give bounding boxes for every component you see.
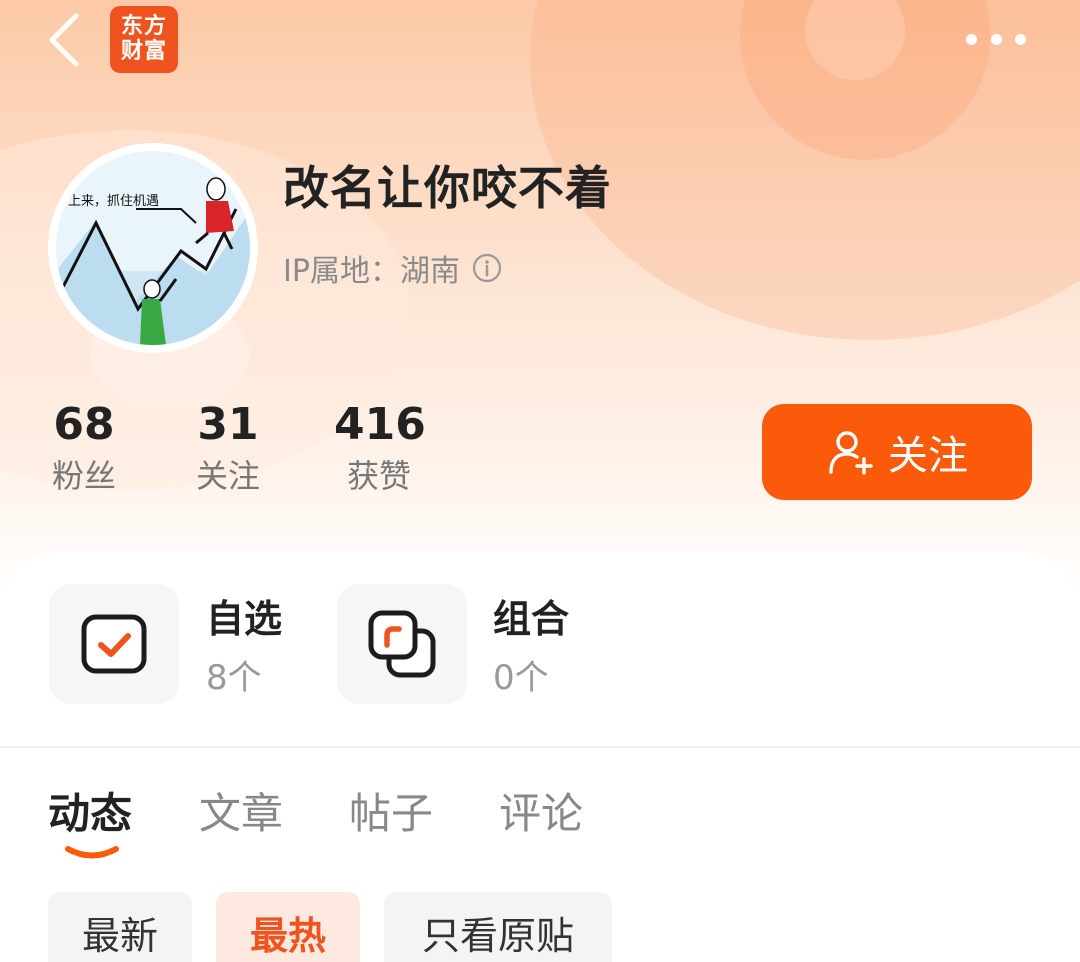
stat-label: 关注	[195, 457, 260, 495]
filter-latest[interactable]: 最新	[48, 892, 192, 962]
stat-label: 粉丝	[51, 457, 116, 495]
tab-posts[interactable]: 帖子	[349, 780, 433, 841]
info-icon[interactable]	[472, 253, 502, 283]
more-dots-icon	[990, 33, 1002, 45]
stat-value: 416	[334, 399, 426, 450]
stat-label: 获赞	[346, 457, 411, 495]
watchlist-button[interactable]	[49, 584, 179, 704]
stat-value: 68	[53, 399, 115, 450]
more-dots-icon	[1015, 33, 1026, 45]
profile-name: 改名让你咬不着	[283, 161, 612, 215]
section-divider	[0, 746, 1080, 748]
stat-fans[interactable]: 68 粉丝	[48, 398, 120, 498]
portfolio-icon	[368, 610, 436, 678]
avatar-caption: 上来，抓住机遇	[68, 194, 159, 209]
add-user-icon	[829, 431, 873, 475]
ip-location: IP属地：湖南	[283, 246, 502, 290]
active-tab-indicator	[65, 846, 119, 859]
stat-following[interactable]: 31 关注	[190, 398, 266, 498]
stat-value: 31	[197, 399, 259, 450]
follow-button[interactable]: 关注	[762, 404, 1032, 500]
portfolio-title[interactable]: 组合	[493, 588, 569, 643]
portfolio-button[interactable]	[337, 584, 467, 704]
more-options-button[interactable]	[966, 28, 1026, 50]
ip-location-text: IP属地：湖南	[283, 254, 460, 289]
tab-articles[interactable]: 文章	[199, 780, 283, 841]
more-dots-icon	[966, 33, 977, 45]
chevron-left-icon	[49, 13, 79, 67]
watchlist-title[interactable]: 自选	[206, 588, 282, 643]
portfolio-count: 0个	[493, 658, 549, 698]
app-logo[interactable]: 东方 财富	[110, 6, 178, 73]
filter-hottest[interactable]: 最热	[216, 892, 360, 962]
back-button[interactable]	[44, 12, 84, 68]
follow-button-label: 关注	[888, 433, 968, 479]
logo-line: 财富	[120, 39, 167, 64]
logo-line: 东方	[120, 14, 167, 39]
tab-activity[interactable]: 动态	[48, 780, 132, 841]
avatar[interactable]: 上来，抓住机遇	[48, 143, 258, 353]
tab-comments[interactable]: 评论	[499, 780, 583, 841]
checkbox-icon	[81, 614, 147, 674]
filter-original-only[interactable]: 只看原贴	[384, 892, 612, 962]
watchlist-count: 8个	[206, 658, 262, 698]
stat-likes[interactable]: 416 获赞	[334, 398, 426, 498]
avatar-image: 上来，抓住机遇	[56, 151, 250, 345]
